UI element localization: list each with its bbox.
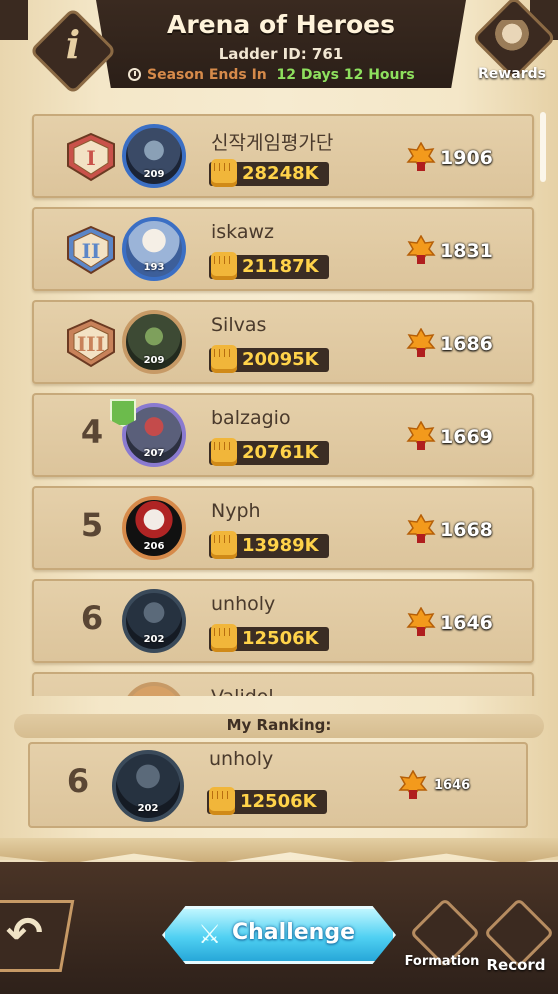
ranking-row[interactable]: III 209 Silvas 20095K 1686 <box>32 300 534 384</box>
svg-text:I: I <box>86 146 95 170</box>
player-name: Nyph <box>211 500 261 522</box>
clock-icon <box>128 68 141 81</box>
score-value: 1668 <box>440 519 493 541</box>
rank-number: 5 <box>80 506 104 544</box>
season-value: 12 Days 12 Hours <box>276 67 415 83</box>
ranking-row[interactable]: 6 202 unholy 12506K 1646 <box>32 579 534 663</box>
trophy-icon <box>406 328 436 357</box>
season-label: Season Ends In <box>147 67 267 83</box>
crossed-swords-icon[interactable]: ⚔ <box>198 920 221 950</box>
rewards-label[interactable]: Rewards <box>472 66 552 82</box>
power-value: 28248K <box>242 163 319 184</box>
score-value: 1906 <box>440 147 493 169</box>
avatar[interactable]: 209 <box>122 310 186 374</box>
power-value: 21187K <box>242 256 319 277</box>
avatar-level: 209 <box>143 355 165 366</box>
ranking-row[interactable]: I 209 신작게임평가단 28248K 1906 <box>32 114 534 198</box>
fist-icon <box>211 624 237 652</box>
record-label[interactable]: Record <box>476 956 556 974</box>
rank-medal-icon: II <box>67 225 115 275</box>
power-value: 12506K <box>240 791 317 812</box>
formation-label[interactable]: Formation <box>400 954 484 969</box>
page-title: Arena of Heroes <box>167 10 395 39</box>
power-value: 20095K <box>242 349 319 370</box>
avatar-level: 202 <box>137 803 159 814</box>
avatar[interactable] <box>122 682 186 696</box>
player-name: 신작게임평가단 <box>211 132 334 154</box>
ranking-row[interactable]: 5 206 Nyph 13989K 1668 <box>32 486 534 570</box>
player-name: Silvas <box>211 314 267 336</box>
player-name: balzagio <box>211 407 291 429</box>
trophy-icon <box>406 235 436 264</box>
avatar[interactable]: 206 <box>122 496 186 560</box>
challenge-label[interactable]: Challenge <box>232 920 355 945</box>
avatar-level: 209 <box>143 169 165 180</box>
trophy-icon <box>406 607 436 636</box>
trophy-icon <box>406 421 436 450</box>
fist-icon <box>211 252 237 280</box>
svg-text:II: II <box>82 239 101 263</box>
avatar-level: 207 <box>143 448 165 459</box>
score-value: 1669 <box>440 426 493 448</box>
info-icon[interactable]: i <box>42 22 104 78</box>
rank-medal-icon: I <box>67 132 115 182</box>
fist-icon <box>211 159 237 187</box>
ladder-id: Ladder ID: 761 <box>218 45 344 63</box>
avatar[interactable]: 209 <box>122 124 186 188</box>
rank-number: 6 <box>80 599 104 637</box>
rank-number: 6 <box>66 762 90 800</box>
fist-icon <box>209 787 235 815</box>
avatar[interactable]: 193 <box>122 217 186 281</box>
trophy-icon <box>398 770 428 799</box>
power-value: 13989K <box>242 535 319 556</box>
fist-icon <box>211 345 237 373</box>
ranking-list[interactable]: I 209 신작게임평가단 28248K 1906 II 193 iskawz 21187K 18… <box>0 108 558 696</box>
ranking-row[interactable]: Validol <box>32 672 534 696</box>
score-value: 1646 <box>440 612 493 634</box>
avatar[interactable]: 202 <box>122 589 186 653</box>
svg-text:III: III <box>77 332 105 356</box>
power-value: 12506K <box>242 628 319 649</box>
torn-edge <box>0 838 558 864</box>
player-name: unholy <box>211 593 276 615</box>
avatar-level: 193 <box>143 262 165 273</box>
rank-medal-icon: III <box>67 318 115 368</box>
fist-icon <box>211 438 237 466</box>
my-ranking-label: My Ranking: <box>226 716 332 734</box>
score-value: 1831 <box>440 240 493 262</box>
back-arrow-icon[interactable]: ↶ <box>6 908 43 959</box>
my-ranking-row[interactable]: 6 202 unholy 12506K 1646 <box>28 742 528 828</box>
trophy-icon <box>406 142 436 171</box>
season-timer: Season Ends In 12 Days 12 Hours <box>128 67 438 83</box>
trophy-icon <box>406 514 436 543</box>
player-name: iskawz <box>211 221 275 243</box>
avatar[interactable]: 202 <box>112 750 184 822</box>
avatar-level: 206 <box>143 541 165 552</box>
header-corner-left <box>0 0 28 40</box>
rank-number: 4 <box>80 413 104 451</box>
player-name: unholy <box>209 748 274 770</box>
scrollbar[interactable] <box>540 112 546 182</box>
fist-icon <box>211 531 237 559</box>
power-value: 20761K <box>242 442 319 463</box>
ranking-row[interactable]: II 193 iskawz 21187K 1831 <box>32 207 534 291</box>
score-value: 1646 <box>434 778 471 793</box>
player-name: Validol <box>211 686 274 696</box>
rewards-icon[interactable] <box>493 20 531 54</box>
ranking-row[interactable]: 4 207 balzagio 20761K 1669 <box>32 393 534 477</box>
avatar-level: 202 <box>143 634 165 645</box>
score-value: 1686 <box>440 333 493 355</box>
